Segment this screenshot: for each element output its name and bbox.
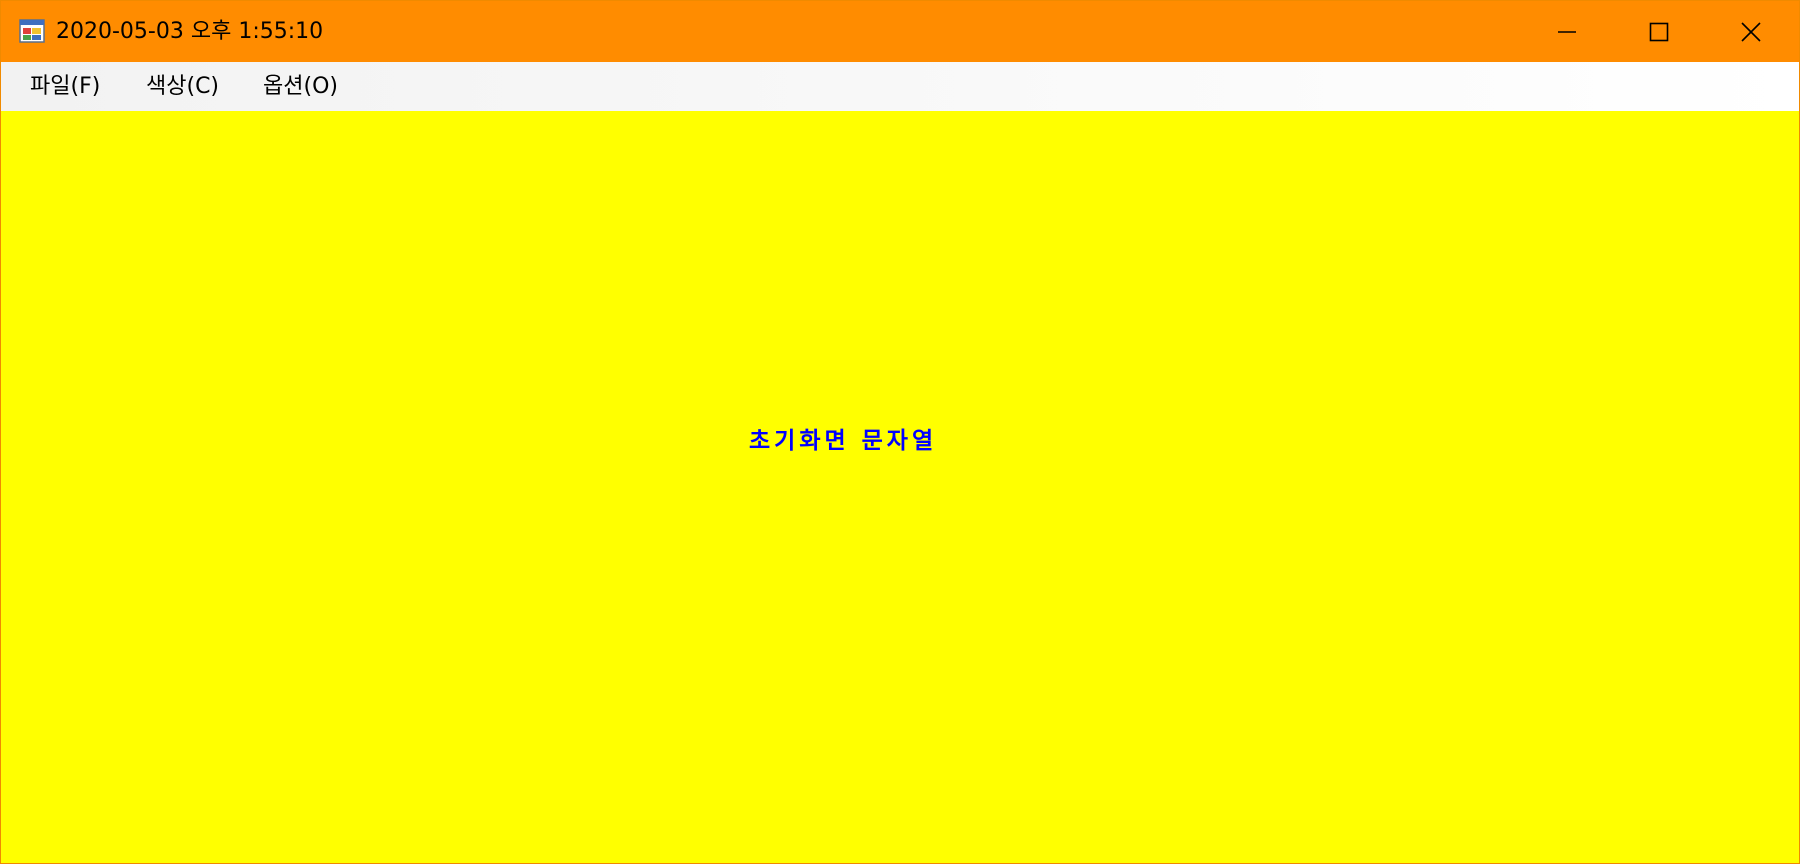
client-area[interactable]: 초기화면 문자열	[1, 111, 1799, 863]
close-icon	[1741, 21, 1761, 42]
minimize-icon	[1558, 30, 1576, 33]
app-window: 2020-05-03 오후 1:55:10 파일(F) 색상(C) 옵션(O) …	[0, 0, 1800, 864]
menu-color[interactable]: 색상(C)	[138, 62, 227, 111]
window-title: 2020-05-03 오후 1:55:10	[56, 19, 324, 44]
title-bar[interactable]: 2020-05-03 오후 1:55:10	[1, 1, 1799, 62]
minimize-button[interactable]	[1521, 1, 1613, 62]
menu-file[interactable]: 파일(F)	[22, 62, 108, 111]
app-window-icon[interactable]	[19, 18, 47, 46]
menu-bar: 파일(F) 색상(C) 옵션(O)	[1, 62, 1799, 111]
menu-option[interactable]: 옵션(O)	[255, 62, 346, 111]
maximize-icon	[1649, 22, 1669, 41]
maximize-button[interactable]	[1613, 1, 1705, 62]
close-button[interactable]	[1705, 1, 1797, 62]
initial-screen-text: 초기화면 문자열	[749, 427, 938, 454]
